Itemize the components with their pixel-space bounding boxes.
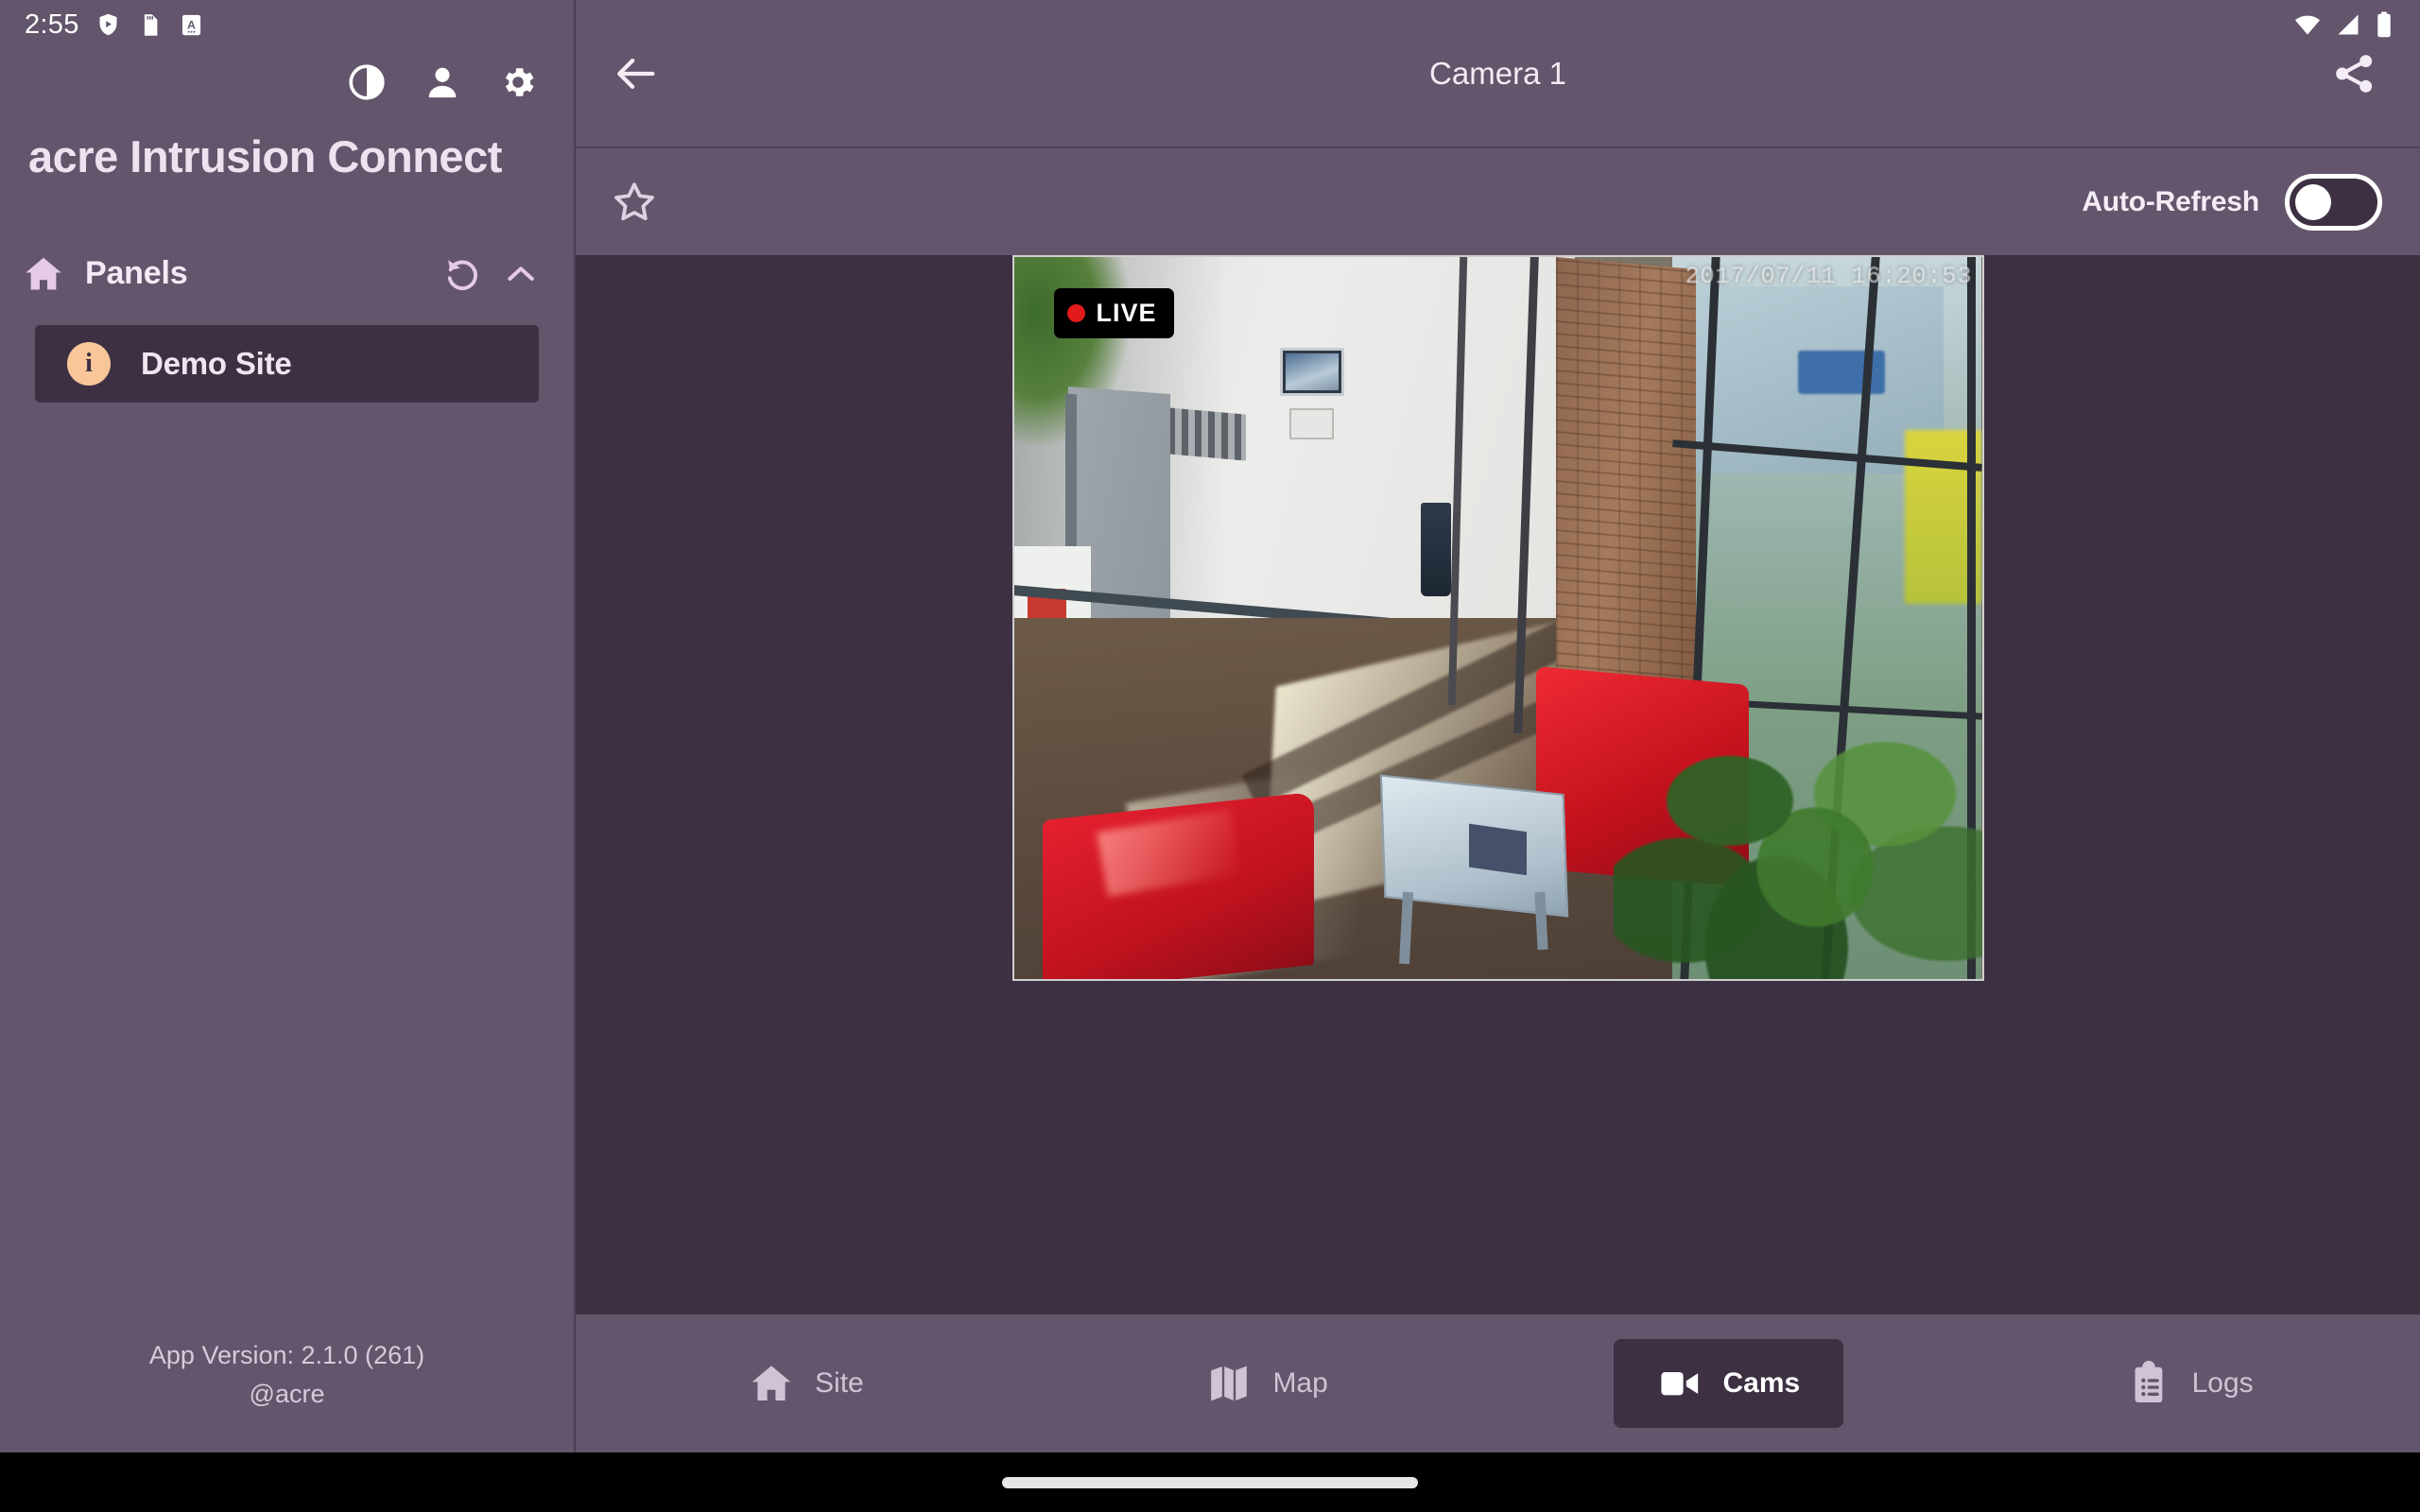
- nav-label-logs: Logs: [2191, 1367, 2254, 1399]
- live-label: LIVE: [1096, 299, 1157, 327]
- info-icon: i: [67, 341, 111, 386]
- cellular-signal-icon: [2338, 14, 2359, 35]
- camera-timestamp-overlay: 2017/07/11 16:20:53: [1685, 263, 1973, 290]
- nav-item-map[interactable]: Map: [1037, 1314, 1498, 1452]
- app-shell: 2:55 A acre Intrusion Connect Panels i D…: [0, 0, 2420, 1452]
- live-dot-icon: [1066, 304, 1085, 322]
- status-bar-left: 2:55 A: [0, 0, 574, 49]
- account-icon[interactable]: [423, 62, 462, 102]
- nav-label-site: Site: [815, 1367, 864, 1399]
- map-icon: [1211, 1366, 1248, 1401]
- camera-top-bar: Camera 1: [576, 0, 2420, 146]
- status-bar-clock: 2:55: [25, 9, 79, 40]
- nav-label-map: Map: [1272, 1367, 1328, 1399]
- status-bar-right: [2293, 0, 2394, 49]
- sidebar-footer: App Version: 2.1.0 (261) @acre: [0, 1341, 574, 1452]
- svg-text:A: A: [187, 18, 196, 31]
- arrow-left-icon[interactable]: [612, 49, 661, 98]
- bottom-navigation: Site Map Cams Logs: [576, 1314, 2420, 1452]
- main-content: Camera 1 Auto-Refresh LIVE 2017/07/11 16…: [576, 0, 2420, 1452]
- shield-play-icon: [99, 13, 117, 35]
- settings-gear-icon[interactable]: [498, 62, 538, 102]
- app-handle-text: @acre: [249, 1380, 325, 1408]
- share-icon[interactable]: [2331, 50, 2378, 97]
- nav-item-logs[interactable]: Logs: [1959, 1314, 2420, 1452]
- home-icon: [752, 1366, 791, 1400]
- nav-label-cams: Cams: [1722, 1367, 1801, 1399]
- star-outline-icon[interactable]: [612, 180, 657, 225]
- home-icon: [26, 257, 61, 290]
- toggle-knob: [2295, 183, 2331, 220]
- chevron-up-icon[interactable]: [502, 255, 540, 293]
- gesture-bar: [0, 1452, 2420, 1512]
- letter-a-icon: A: [182, 14, 200, 35]
- panels-section-title: Panels: [85, 255, 188, 292]
- theme-contrast-icon[interactable]: [347, 62, 387, 102]
- panel-item-label: Demo Site: [141, 345, 292, 381]
- sidebar-action-row: [0, 49, 574, 115]
- video-camera-icon: [1660, 1372, 1698, 1396]
- sidebar: 2:55 A acre Intrusion Connect Panels i D…: [0, 0, 576, 1452]
- home-gesture-handle[interactable]: [1002, 1476, 1418, 1488]
- camera-still-image: [1013, 257, 1982, 979]
- auto-refresh-toggle[interactable]: [2285, 173, 2382, 231]
- auto-refresh-label: Auto-Refresh: [2082, 185, 2259, 217]
- camera-feed-frame[interactable]: LIVE 2017/07/11 16:20:53: [1011, 255, 1984, 981]
- camera-toolbar: Auto-Refresh: [576, 146, 2420, 255]
- nav-item-site[interactable]: Site: [576, 1314, 1037, 1452]
- app-root: 2:55 A acre Intrusion Connect Panels i D…: [0, 0, 2420, 1512]
- panels-section-header[interactable]: Panels: [0, 241, 574, 307]
- sd-card-icon: [144, 13, 158, 36]
- page-title: acre Intrusion Connect: [28, 131, 502, 181]
- refresh-ccw-icon[interactable]: [443, 255, 481, 293]
- panels-list: i Demo Site: [0, 307, 574, 403]
- battery-icon: [2377, 11, 2391, 38]
- panel-item-demo-site[interactable]: i Demo Site: [35, 324, 539, 403]
- live-badge: LIVE: [1053, 288, 1174, 338]
- clipboard-list-icon: [2135, 1361, 2162, 1402]
- auto-refresh-control: Auto-Refresh: [2082, 173, 2382, 231]
- app-version-text: App Version: 2.1.0 (261): [148, 1341, 425, 1369]
- nav-item-cams[interactable]: Cams: [1498, 1314, 1960, 1452]
- camera-viewer: LIVE 2017/07/11 16:20:53: [576, 255, 2420, 1314]
- wifi-icon: [2295, 15, 2320, 35]
- camera-title: Camera 1: [1429, 55, 1566, 91]
